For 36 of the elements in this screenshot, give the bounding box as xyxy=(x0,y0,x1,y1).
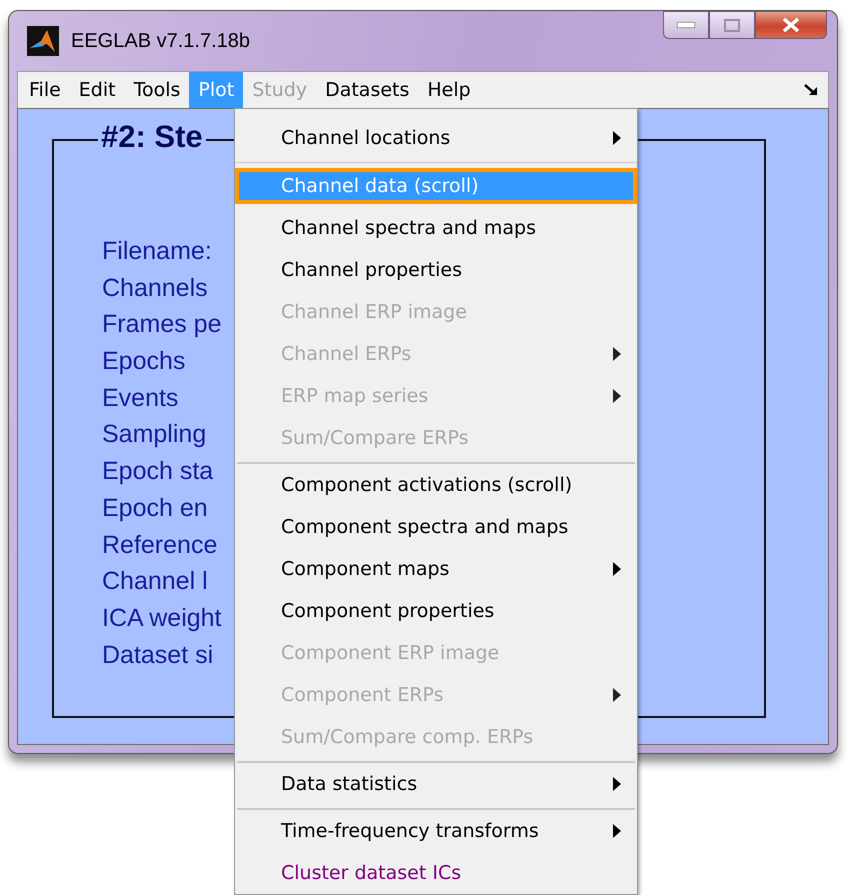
menu[interactable]: Help xyxy=(418,72,480,108)
maximize-button[interactable] xyxy=(709,11,755,39)
info-label: Dataset si xyxy=(102,640,214,671)
menu-item[interactable]: Component properties xyxy=(237,590,635,632)
menu-item[interactable]: Channel spectra and maps xyxy=(237,207,635,249)
menu[interactable]: Datasets xyxy=(316,72,418,108)
menu-item[interactable]: Channel locations xyxy=(237,117,635,159)
close-button[interactable] xyxy=(755,11,827,39)
menu-item[interactable]: Cluster dataset ICs xyxy=(237,852,635,894)
info-label: Filename: xyxy=(102,236,212,267)
menu[interactable]: File xyxy=(20,72,70,108)
minimize-icon xyxy=(677,22,695,28)
info-label: Frames pe xyxy=(102,309,222,340)
menu-item[interactable]: Component spectra and maps xyxy=(237,506,635,548)
menu-item[interactable]: Component activations (scroll) xyxy=(237,462,635,506)
dock-arrow-icon[interactable] xyxy=(804,84,818,96)
info-label: ICA weight xyxy=(102,602,222,634)
menu-item[interactable]: Data statistics xyxy=(237,761,635,805)
maximize-icon xyxy=(724,18,740,32)
info-label: Epoch en xyxy=(102,492,208,524)
menu[interactable]: Edit xyxy=(70,72,125,108)
menu-item[interactable]: Channel properties xyxy=(237,249,635,291)
app-logo-icon xyxy=(27,26,59,56)
menu-item[interactable]: Component maps xyxy=(237,548,635,590)
info-label: Reference xyxy=(102,530,218,560)
menu[interactable]: Tools xyxy=(124,72,190,108)
minimize-button[interactable] xyxy=(663,11,709,39)
info-label: Epochs xyxy=(102,346,186,378)
info-label: Channels xyxy=(102,272,208,304)
info-label: Sampling xyxy=(102,419,206,450)
window-title: EEGLAB v7.1.7.18b xyxy=(71,30,250,52)
info-label: Epoch sta xyxy=(102,456,214,488)
info-label: Channel l xyxy=(102,566,208,598)
close-icon xyxy=(782,17,800,33)
menu-item[interactable]: Time-frequency transforms xyxy=(237,808,635,852)
info-label: Events xyxy=(102,382,178,414)
